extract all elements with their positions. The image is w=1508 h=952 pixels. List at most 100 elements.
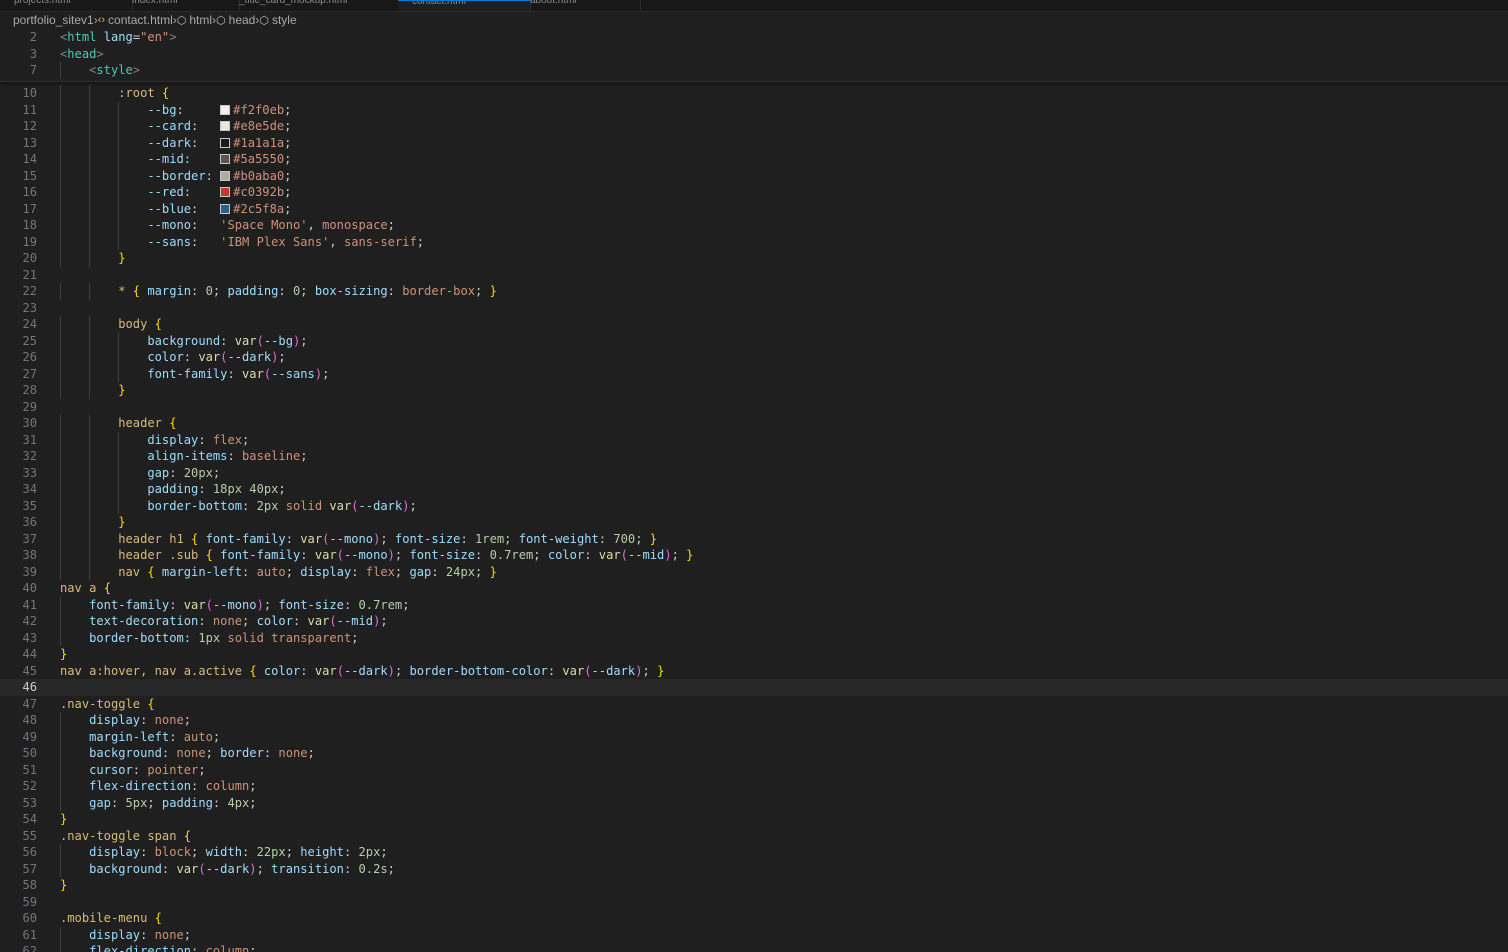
indent-guide: [118, 118, 120, 135]
color-swatch[interactable]: [220, 187, 231, 197]
code-line[interactable]: 11 --bg: #f2f0eb;: [0, 101, 1508, 118]
code-line[interactable]: 49 margin-left: auto;: [0, 728, 1508, 745]
code-line[interactable]: 3 <head>: [0, 46, 1508, 63]
code-line[interactable]: 18 --mono: 'Space Mono', monospace;: [0, 217, 1508, 234]
sticky-scroll-header[interactable]: 2 <html lang="en"> 3 <head> 7 <style>: [0, 29, 1508, 82]
code-line[interactable]: 16 --red: #c0392b;: [0, 184, 1508, 201]
code-line[interactable]: 31 display: flex;: [0, 431, 1508, 448]
line-number: 59: [22, 894, 37, 909]
code-line[interactable]: 37 header h1 { font-family: var(--mono); …: [0, 530, 1508, 547]
code-line[interactable]: 28}: [0, 382, 1508, 399]
code-token: :: [161, 861, 177, 876]
code-line[interactable]: 45 nav a:hover, nav a.active { color: var…: [0, 663, 1508, 680]
editor-tab[interactable]: about.html: [516, 0, 641, 11]
code-line[interactable]: 26 color: var(--dark);: [0, 349, 1508, 366]
code-line[interactable]: 32 align-items: baseline;: [0, 448, 1508, 465]
code-token: #5a5550: [233, 152, 285, 166]
code-token: :: [431, 564, 446, 579]
code-line[interactable]: 61 display: none;: [0, 926, 1508, 944]
color-swatch[interactable]: [220, 104, 231, 115]
code-line[interactable]: 51 cursor: pointer;: [0, 761, 1508, 778]
breadcrumb-item[interactable]: ‹› contact.html: [98, 13, 173, 27]
code-line[interactable]: 21: [0, 267, 1508, 284]
code-line[interactable]: 17 --blue: #2c5f8a;: [0, 200, 1508, 217]
code-line[interactable]: 36}: [0, 514, 1508, 531]
code-token: :: [212, 795, 228, 810]
code-token: auto: [183, 729, 213, 744]
code-line[interactable]: 20}: [0, 250, 1508, 267]
editor-tab[interactable]: index.html: [118, 0, 240, 11]
line-number: 7: [29, 63, 37, 77]
color-swatch[interactable]: [220, 121, 231, 131]
code-line[interactable]: 2 <html lang="en">: [0, 29, 1508, 46]
code-line[interactable]: 19 --sans: 'IBM Plex Sans', sans-serif;: [0, 233, 1508, 250]
code-text: display: none;: [89, 927, 191, 944]
code-line[interactable]: 15 --border: #b0aba0;: [0, 167, 1508, 184]
color-swatch[interactable]: [220, 170, 231, 181]
code-line[interactable]: 30 header {: [0, 415, 1508, 432]
code-token: sans-serif: [343, 234, 417, 249]
code-token: html: [67, 30, 97, 44]
code-line[interactable]: 58}: [0, 877, 1508, 894]
code-line[interactable]: 54}: [0, 811, 1508, 828]
code-line[interactable]: 25 background: var(--bg);: [0, 332, 1508, 349]
line-number: 10: [22, 86, 37, 100]
code-token: ,: [329, 234, 344, 249]
indent-guide: [89, 464, 91, 481]
code-line[interactable]: 48 display: none;: [0, 712, 1508, 729]
code-token: header: [118, 416, 162, 430]
code-token: :: [263, 746, 279, 760]
code-line[interactable]: 42 text-decoration: none; color: var(--mi…: [0, 613, 1508, 630]
code-token: display: [89, 927, 141, 942]
code-line[interactable]: 53 gap: 5px; padding: 4px;: [0, 794, 1508, 811]
breadcrumb-item[interactable]: ⬡ html: [177, 13, 212, 27]
code-editor[interactable]: 10:root {11 --bg: #f2f0eb; 12 --card: #e8e5…: [0, 85, 1508, 952]
code-line[interactable]: 52 flex-direction: column;: [0, 778, 1508, 795]
code-line[interactable]: 43 border-bottom: 1px solid transparent;: [0, 629, 1508, 646]
code-text: body {: [118, 316, 162, 333]
code-line[interactable]: 41 font-family: var(--mono); font-size: 0…: [0, 596, 1508, 613]
code-line[interactable]: 24 body {: [0, 316, 1508, 333]
color-swatch[interactable]: [220, 137, 231, 148]
code-line[interactable]: 29: [0, 399, 1508, 416]
code-line[interactable]: 46: [0, 679, 1508, 696]
code-line[interactable]: 23: [0, 300, 1508, 317]
code-line[interactable]: 38 header .sub { font-family: var(--mono)…: [0, 547, 1508, 564]
breadcrumb-item[interactable]: ⬡ head: [216, 13, 255, 27]
code-token: display: [89, 713, 141, 727]
code-line[interactable]: 33 gap: 20px;: [0, 464, 1508, 481]
editor-tab[interactable]: projects.html: [0, 0, 133, 11]
code-line[interactable]: 44}: [0, 646, 1508, 663]
code-line[interactable]: 56 display: block; width: 22px; height: 2…: [0, 844, 1508, 861]
code-token: :: [198, 614, 213, 628]
color-swatch[interactable]: [220, 203, 231, 214]
code-line[interactable]: 40 nav a {: [0, 580, 1508, 597]
code-line[interactable]: 59: [0, 894, 1508, 911]
code-token: {: [154, 911, 162, 925]
code-line[interactable]: 22 * { margin: 0; padding: 0; box-sizing:…: [0, 283, 1508, 300]
code-line[interactable]: 12 --card: #e8e5de;: [0, 118, 1508, 135]
code-line[interactable]: 47 .nav-toggle {: [0, 696, 1508, 713]
breadcrumb-item[interactable]: ⬡ style: [259, 13, 296, 27]
code-line[interactable]: 35 border-bottom: 2px solid var(--dark);: [0, 497, 1508, 514]
code-line[interactable]: 50 background: none; border: none;: [0, 745, 1508, 762]
code-line[interactable]: 60 .mobile-menu {: [0, 910, 1508, 927]
code-line[interactable]: 55 .nav-toggle span {: [0, 828, 1508, 845]
editor-tab[interactable]: _title_card_mockup.html: [225, 0, 413, 11]
code-line[interactable]: 7 <style>: [0, 62, 1508, 79]
code-token: #e8e5de: [233, 119, 285, 133]
code-line[interactable]: 57 background: var(--dark); transition: 0…: [0, 860, 1508, 877]
code-line[interactable]: 39 nav { margin-left: auto; display: flex…: [0, 563, 1508, 580]
code-line[interactable]: 27 font-family: var(--sans);: [0, 365, 1508, 382]
code-line[interactable]: 13 --dark: #1a1a1a;: [0, 134, 1508, 151]
code-line[interactable]: 14 --mid: #5a5550;: [0, 151, 1508, 168]
breadcrumb-item[interactable]: portfolio_sitev1: [13, 13, 94, 27]
code-line[interactable]: 34 padding: 18px 40px;: [0, 481, 1508, 498]
color-swatch[interactable]: [220, 154, 231, 164]
code-line[interactable]: 62 flex-direction: column;: [0, 943, 1508, 952]
code-token: (: [620, 548, 628, 562]
code-token: ;: [249, 779, 257, 793]
code-line[interactable]: 10:root {: [0, 85, 1508, 102]
code-token: --blue: [147, 201, 192, 216]
